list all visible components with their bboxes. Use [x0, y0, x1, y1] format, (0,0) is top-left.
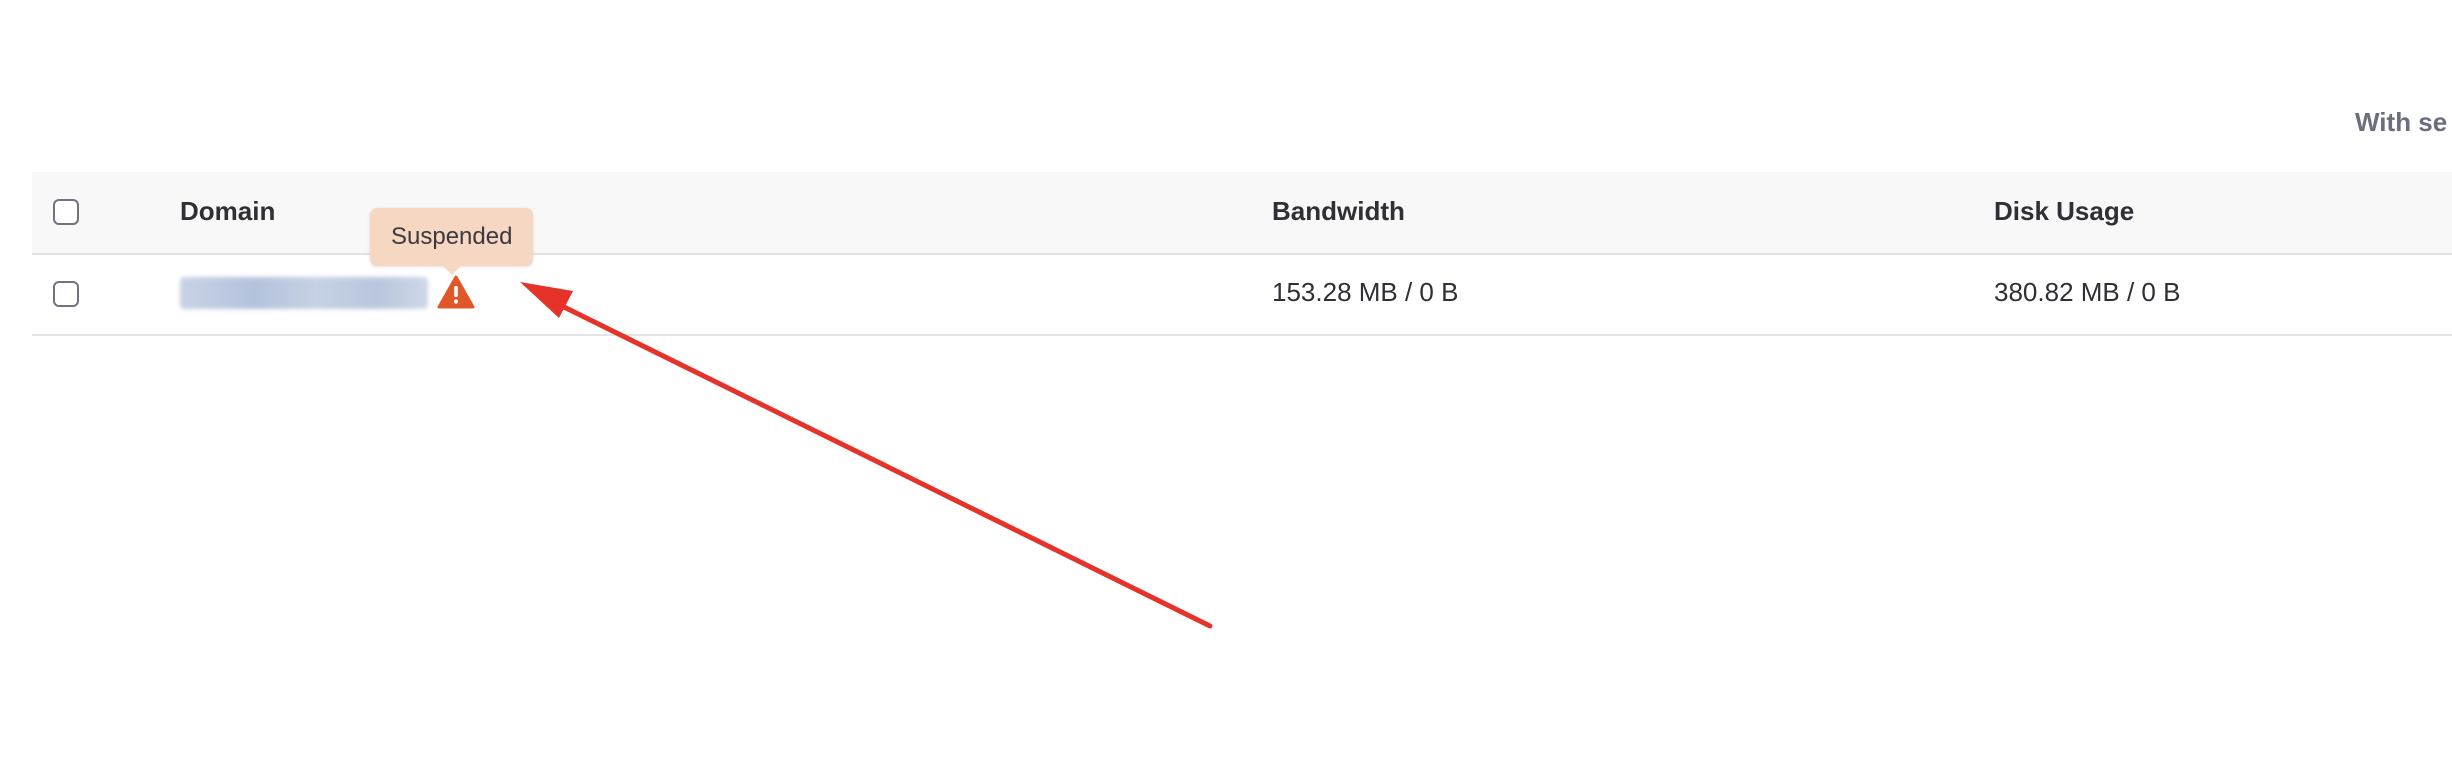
- column-header-bandwidth[interactable]: Bandwidth: [1272, 196, 1405, 227]
- column-header-domain[interactable]: Domain: [180, 196, 275, 227]
- page: With se Domain Bandwidth Disk Usage 153.…: [0, 0, 2452, 772]
- annotation-arrow: [520, 282, 1213, 629]
- suspended-tooltip: Suspended: [370, 208, 534, 275]
- domain-link-redacted[interactable]: [180, 277, 428, 309]
- with-selected-actions[interactable]: With se: [2355, 107, 2447, 138]
- select-all-checkbox[interactable]: [53, 199, 79, 225]
- row-checkbox[interactable]: [53, 281, 79, 307]
- column-header-disk-usage[interactable]: Disk Usage: [1994, 196, 2134, 227]
- bandwidth-value: 153.28 MB / 0 B: [1272, 277, 1459, 307]
- table-row: 153.28 MB / 0 B 380.82 MB / 0 B: [32, 255, 2452, 336]
- warning-icon[interactable]: [437, 275, 475, 309]
- disk-usage-value: 380.82 MB / 0 B: [1994, 277, 2181, 307]
